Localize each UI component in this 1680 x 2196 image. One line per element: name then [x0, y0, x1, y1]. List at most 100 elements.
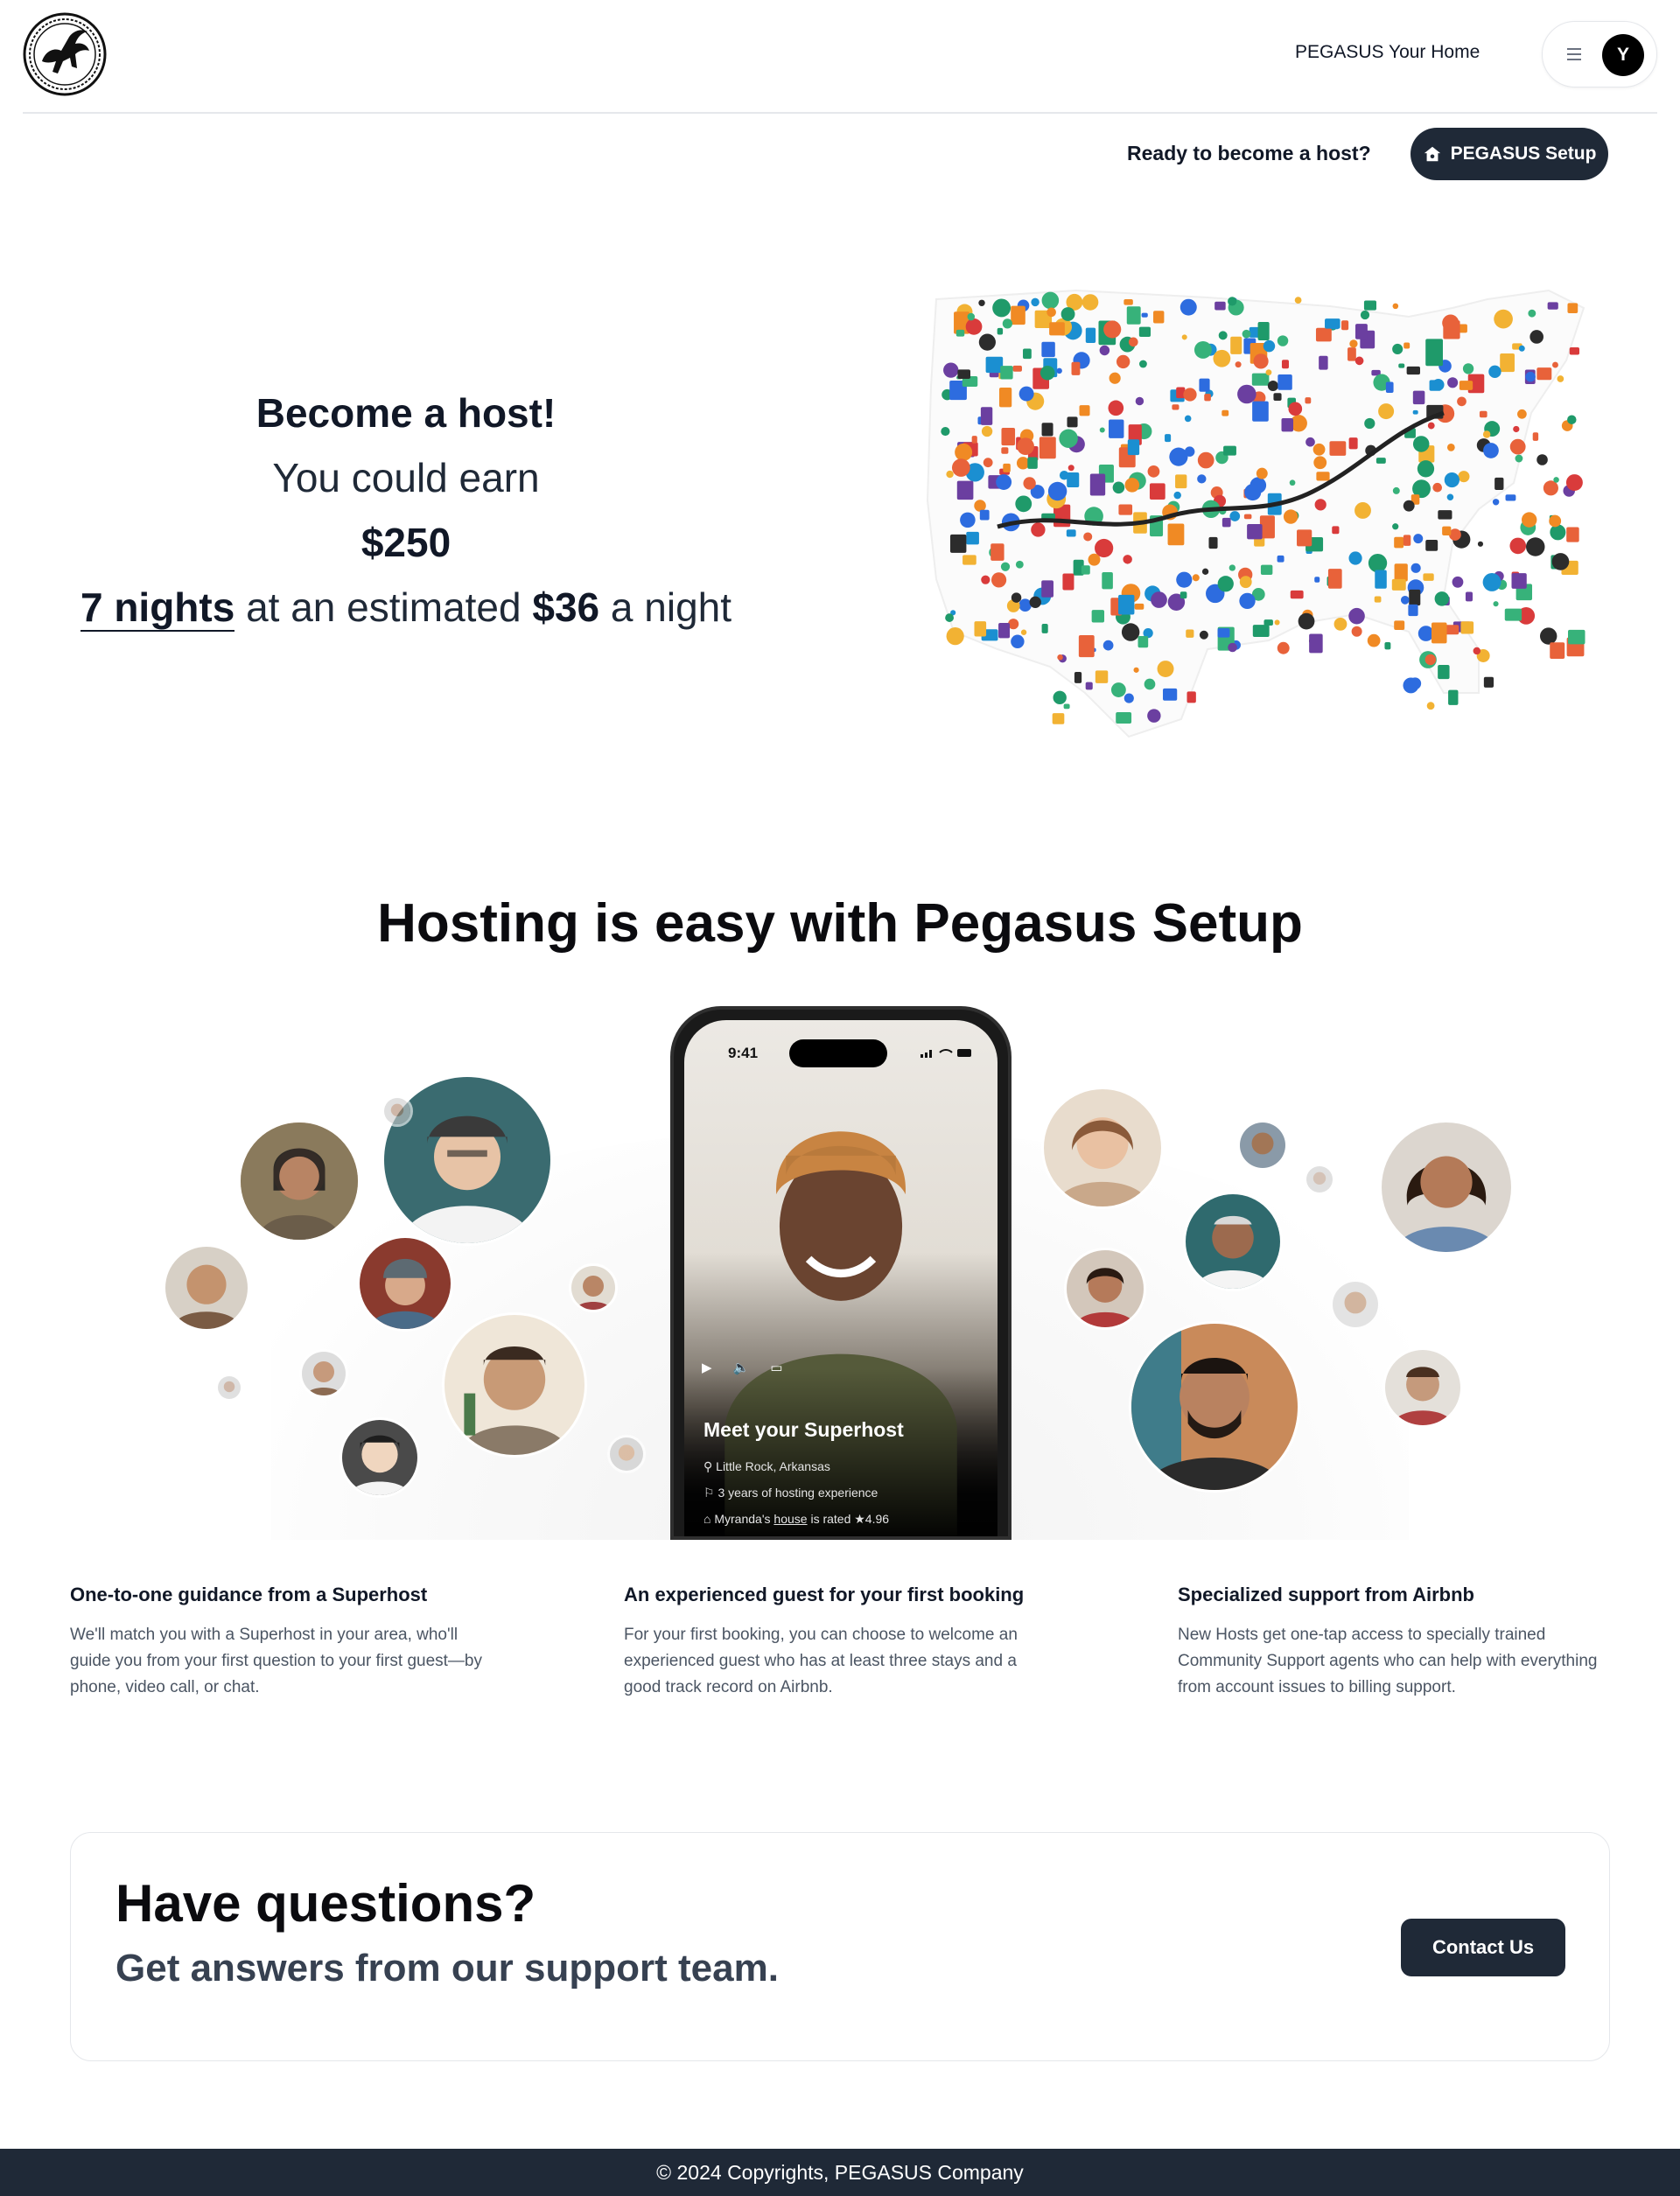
map-landmark-icon — [1141, 312, 1148, 318]
map-landmark-icon — [1567, 303, 1578, 313]
host-photo — [299, 1349, 348, 1398]
map-landmark-icon — [1172, 404, 1180, 410]
map-landmark-icon — [1041, 341, 1055, 358]
map-landmark-icon — [1348, 607, 1365, 625]
map-landmark-icon — [1314, 577, 1320, 583]
map-landmark-icon — [1410, 563, 1421, 573]
map-landmark-icon — [1062, 573, 1074, 591]
pegasus-logo[interactable] — [23, 12, 107, 96]
map-landmark-icon — [1138, 635, 1149, 648]
map-landmark-icon — [1112, 481, 1125, 494]
map-landmark-icon — [1239, 576, 1252, 589]
map-landmark-icon — [1447, 377, 1459, 388]
map-landmark-icon — [1135, 396, 1144, 406]
map-landmark-icon — [974, 621, 987, 637]
brand-link[interactable]: PEGASUS Your Home — [1295, 42, 1480, 63]
map-landmark-icon — [1173, 491, 1181, 500]
map-landmark-icon — [1278, 374, 1292, 390]
map-landmark-icon — [996, 474, 1012, 490]
map-landmark-icon — [1392, 486, 1400, 494]
host-photo — [607, 1435, 646, 1473]
map-landmark-icon — [1539, 627, 1558, 645]
map-landmark-icon — [1462, 363, 1474, 374]
map-landmark-icon — [1518, 345, 1525, 352]
header-divider — [23, 112, 1657, 114]
map-landmark-icon — [1432, 622, 1447, 644]
map-landmark-icon — [1110, 682, 1126, 697]
map-landmark-icon — [1458, 471, 1470, 483]
map-landmark-icon — [1277, 555, 1284, 563]
map-landmark-icon — [1289, 479, 1296, 486]
map-landmark-icon — [1521, 512, 1537, 528]
map-landmark-icon — [1515, 454, 1523, 463]
host-photo — [1237, 1120, 1288, 1171]
nightly-price: $36 — [532, 584, 600, 630]
map-landmark-icon — [1452, 576, 1464, 588]
house-link[interactable]: house — [774, 1512, 807, 1526]
map-landmark-icon — [1029, 596, 1041, 608]
map-landmark-icon — [1046, 307, 1056, 318]
video-controls[interactable]: ▶ 🔈 ▭ — [702, 1360, 807, 1379]
map-landmark-icon — [1099, 427, 1105, 433]
pegasus-setup-button[interactable]: PEGASUS Setup — [1410, 128, 1608, 180]
map-landmark-icon — [971, 436, 977, 444]
host-photo — [569, 1263, 618, 1312]
nights-link[interactable]: 7 nights — [80, 584, 235, 632]
host-photo — [163, 1244, 250, 1332]
map-landmark-icon — [1425, 339, 1443, 367]
map-landmark-icon — [1124, 693, 1134, 703]
map-landmark-icon — [1465, 591, 1473, 602]
map-landmark-icon — [1243, 514, 1252, 520]
map-landmark-icon — [1000, 562, 1011, 571]
map-landmark-icon — [1400, 595, 1410, 605]
copyright-text: © 2024 Copyrights, PEGASUS Company — [656, 2161, 1024, 2184]
user-menu-button[interactable]: Y — [1542, 21, 1657, 87]
map-landmark-icon — [1483, 443, 1499, 458]
map-landmark-icon — [955, 443, 973, 461]
map-landmark-icon — [1109, 419, 1124, 438]
map-landmark-icon — [1363, 300, 1377, 311]
contact-us-button[interactable]: Contact Us — [1401, 1919, 1565, 1976]
map-landmark-icon — [1273, 393, 1282, 401]
map-landmark-icon — [1251, 373, 1270, 386]
map-landmark-icon — [1277, 335, 1289, 346]
map-landmark-icon — [1124, 299, 1133, 305]
superhost-experience: ⚐ 3 years of hosting experience — [704, 1486, 878, 1500]
map-landmark-icon — [1446, 493, 1454, 501]
map-landmark-icon — [1102, 571, 1113, 590]
hero-title: Become a host! — [256, 390, 556, 436]
map-landmark-icon — [962, 555, 976, 565]
map-landmark-icon — [1053, 690, 1067, 704]
map-landmark-icon — [1443, 320, 1460, 339]
map-landmark-icon — [1088, 553, 1101, 566]
map-landmark-icon — [1398, 363, 1405, 368]
phone-mockup: 9:41 ▶ 🔈 ▭ Meet your Superhost ⚲ Little … — [670, 1006, 1012, 1540]
map-landmark-icon — [1118, 594, 1135, 615]
map-landmark-icon — [1513, 425, 1520, 433]
volume-icon[interactable]: 🔈 — [733, 1360, 750, 1379]
map-landmark-icon — [1413, 534, 1424, 544]
map-landmark-icon — [1235, 361, 1242, 368]
captions-icon[interactable]: ▭ — [770, 1360, 782, 1379]
map-landmark-icon — [1176, 571, 1193, 588]
map-landmark-icon — [1438, 510, 1452, 520]
map-landmark-icon — [1473, 647, 1481, 655]
map-landmark-icon — [1274, 619, 1280, 626]
map-landmark-icon — [1530, 330, 1544, 344]
map-landmark-icon — [1532, 432, 1539, 441]
map-landmark-icon — [1425, 540, 1438, 551]
map-landmark-icon — [1237, 384, 1256, 404]
feature-title: An experienced guest for your first book… — [624, 1584, 1025, 1605]
map-landmark-icon — [1011, 305, 1026, 325]
feature-body: For your first booking, you can choose t… — [624, 1626, 1018, 1696]
phone-status-icons — [920, 1046, 973, 1058]
map-landmark-icon — [1040, 365, 1055, 381]
map-landmark-icon — [1294, 297, 1302, 304]
map-landmark-icon — [1551, 553, 1570, 570]
phone-screen: 9:41 ▶ 🔈 ▭ Meet your Superhost ⚲ Little … — [684, 1020, 998, 1536]
play-icon[interactable]: ▶ — [702, 1360, 712, 1379]
map-landmark-icon — [1167, 523, 1185, 546]
map-landmark-icon — [1147, 709, 1161, 723]
map-landmark-icon — [1108, 400, 1124, 416]
map-landmark-icon — [1281, 418, 1294, 432]
